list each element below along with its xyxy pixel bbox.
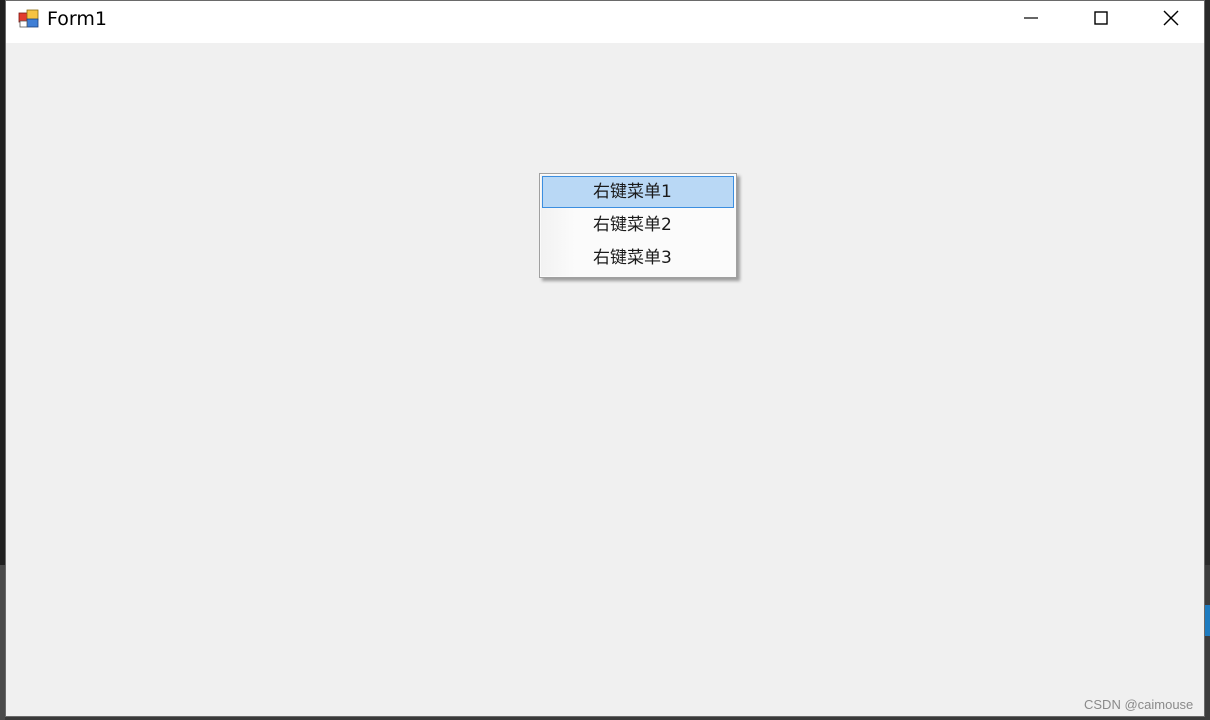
menu-item-label: 右键菜单3 [593, 248, 672, 268]
context-menu: 右键菜单1 右键菜单2 右键菜单3 [539, 173, 737, 278]
menu-item-label: 右键菜单1 [593, 182, 672, 202]
context-menu-item-1[interactable]: 右键菜单1 [542, 176, 734, 208]
window-title: Form1 [47, 8, 107, 30]
context-menu-item-3[interactable]: 右键菜单3 [542, 242, 734, 274]
menu-item-label: 右键菜单2 [593, 215, 672, 235]
close-icon [1162, 9, 1180, 31]
form-client-area[interactable]: 右键菜单1 右键菜单2 右键菜单3 [6, 43, 1204, 716]
desktop-backdrop-right [1205, 0, 1210, 720]
winforms-app-icon[interactable] [18, 9, 40, 29]
minimize-button[interactable] [996, 1, 1066, 39]
maximize-button[interactable] [1066, 1, 1136, 39]
context-menu-item-2[interactable]: 右键菜单2 [542, 209, 734, 241]
title-bar[interactable]: Form1 [6, 1, 1204, 43]
close-button[interactable] [1136, 1, 1206, 39]
minimize-icon [1023, 10, 1039, 30]
form-window: Form1 右键菜单1 右键菜单2 右键菜单3 [5, 0, 1205, 717]
maximize-icon [1093, 10, 1109, 30]
watermark: CSDN @caimouse [1084, 697, 1194, 712]
